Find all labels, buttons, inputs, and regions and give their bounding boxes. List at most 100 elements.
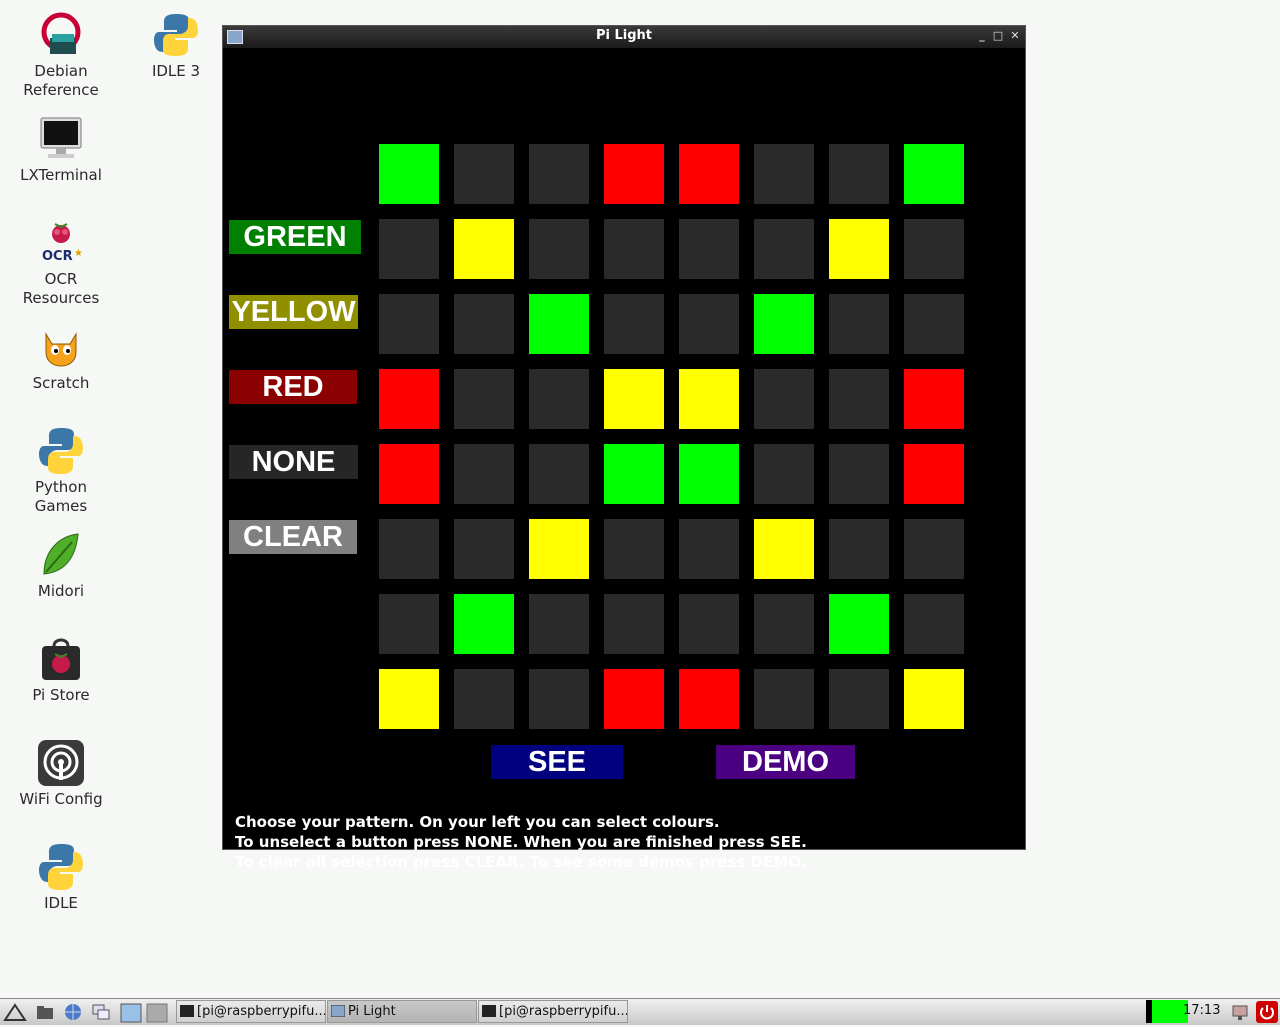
grid-cell[interactable]	[904, 594, 964, 654]
grid-cell[interactable]	[604, 519, 664, 579]
yellow-button[interactable]: YELLOW	[229, 295, 358, 329]
grid-cell[interactable]	[829, 444, 889, 504]
grid-cell[interactable]	[904, 669, 964, 729]
grid-cell[interactable]	[679, 294, 739, 354]
grid-cell[interactable]	[529, 369, 589, 429]
grid-cell[interactable]	[379, 219, 439, 279]
grid-cell[interactable]	[379, 369, 439, 429]
instruction-line: Choose your pattern. On your left you ca…	[235, 813, 720, 831]
desktop-icon-wifi-config[interactable]: WiFi Config	[11, 738, 111, 809]
window-titlebar[interactable]: Pi Light _ □ ✕	[223, 26, 1025, 48]
clear-button[interactable]: CLEAR	[229, 520, 357, 554]
python-idle3-icon	[151, 10, 201, 60]
power-icon[interactable]	[1256, 1001, 1278, 1023]
grid-cell[interactable]	[754, 444, 814, 504]
desktop-icon-idle[interactable]: IDLE	[11, 842, 111, 913]
grid-cell[interactable]	[904, 294, 964, 354]
grid-cell[interactable]	[679, 144, 739, 204]
grid-cell[interactable]	[379, 444, 439, 504]
grid-cell[interactable]	[604, 594, 664, 654]
grid-cell[interactable]	[454, 669, 514, 729]
grid-cell[interactable]	[529, 219, 589, 279]
grid-cell[interactable]	[904, 369, 964, 429]
grid-cell[interactable]	[679, 444, 739, 504]
none-button[interactable]: NONE	[229, 445, 358, 479]
grid-cell[interactable]	[754, 294, 814, 354]
grid-cell[interactable]	[604, 369, 664, 429]
grid-cell[interactable]	[454, 219, 514, 279]
start-menu-button[interactable]	[2, 1002, 28, 1022]
task-terminal-1[interactable]: [pi@raspberrypifu...	[176, 1000, 326, 1023]
desktop-icon-debian-reference[interactable]: Debian Reference	[11, 10, 111, 100]
grid-cell[interactable]	[379, 519, 439, 579]
grid-cell[interactable]	[379, 669, 439, 729]
grid-cell[interactable]	[379, 594, 439, 654]
desktop-icon-lxterminal[interactable]: LXTerminal	[11, 114, 111, 185]
grid-cell[interactable]	[604, 294, 664, 354]
window-switcher[interactable]	[92, 1003, 110, 1021]
window-title: Pi Light	[595, 28, 653, 43]
desktop-icon-python-games[interactable]: Python Games	[11, 426, 111, 516]
desktop-1-pager[interactable]	[120, 1003, 142, 1023]
grid-cell[interactable]	[604, 444, 664, 504]
grid-cell[interactable]	[454, 294, 514, 354]
grid-cell[interactable]	[529, 294, 589, 354]
desktop-icon-scratch[interactable]: Scratch	[11, 322, 111, 393]
close-button[interactable]: ✕	[1008, 28, 1022, 44]
grid-cell[interactable]	[454, 144, 514, 204]
red-button[interactable]: RED	[229, 370, 357, 404]
desktop-2-pager[interactable]	[146, 1003, 168, 1023]
grid-cell[interactable]	[454, 444, 514, 504]
grid-cell[interactable]	[754, 144, 814, 204]
grid-cell[interactable]	[454, 369, 514, 429]
task-terminal-2[interactable]: [pi@raspberrypifu...	[478, 1000, 628, 1023]
grid-cell[interactable]	[904, 444, 964, 504]
grid-cell[interactable]	[829, 519, 889, 579]
grid-cell[interactable]	[829, 669, 889, 729]
maximize-button[interactable]: □	[991, 28, 1005, 44]
grid-cell[interactable]	[904, 219, 964, 279]
grid-cell[interactable]	[679, 594, 739, 654]
desktop-icon-ocr-resources[interactable]: OCR ★ OCR Resources	[11, 218, 111, 308]
demo-button[interactable]: DEMO	[716, 745, 855, 779]
desktop-icon-midori[interactable]: Midori	[11, 530, 111, 601]
grid-cell[interactable]	[529, 594, 589, 654]
grid-cell[interactable]	[604, 144, 664, 204]
grid-cell[interactable]	[754, 369, 814, 429]
grid-cell[interactable]	[529, 669, 589, 729]
see-button[interactable]: SEE	[491, 745, 623, 779]
grid-cell[interactable]	[679, 669, 739, 729]
grid-cell[interactable]	[454, 519, 514, 579]
grid-cell[interactable]	[529, 519, 589, 579]
grid-cell[interactable]	[529, 144, 589, 204]
grid-cell[interactable]	[829, 219, 889, 279]
grid-cell[interactable]	[679, 219, 739, 279]
task-pi-light[interactable]: Pi Light	[327, 1000, 477, 1023]
grid-cell[interactable]	[754, 669, 814, 729]
grid-cell[interactable]	[604, 219, 664, 279]
grid-cell[interactable]	[829, 144, 889, 204]
browser-launcher[interactable]	[64, 1003, 82, 1021]
grid-cell[interactable]	[829, 594, 889, 654]
grid-cell[interactable]	[379, 294, 439, 354]
grid-cell[interactable]	[454, 594, 514, 654]
green-button[interactable]: GREEN	[229, 220, 361, 254]
file-manager-launcher[interactable]	[36, 1003, 54, 1021]
grid-cell[interactable]	[529, 444, 589, 504]
grid-cell[interactable]	[754, 219, 814, 279]
grid-cell[interactable]	[604, 669, 664, 729]
grid-cell[interactable]	[829, 294, 889, 354]
grid-cell[interactable]	[379, 144, 439, 204]
minimize-button[interactable]: _	[975, 28, 989, 44]
grid-cell[interactable]	[754, 519, 814, 579]
desktop-icon-idle3[interactable]: IDLE 3	[126, 10, 226, 81]
network-icon[interactable]	[1230, 1002, 1250, 1022]
grid-cell[interactable]	[829, 369, 889, 429]
svg-text:OCR: OCR	[42, 249, 73, 264]
grid-cell[interactable]	[679, 369, 739, 429]
grid-cell[interactable]	[904, 144, 964, 204]
grid-cell[interactable]	[754, 594, 814, 654]
grid-cell[interactable]	[904, 519, 964, 579]
grid-cell[interactable]	[679, 519, 739, 579]
desktop-icon-pi-store[interactable]: Pi Store	[11, 634, 111, 705]
